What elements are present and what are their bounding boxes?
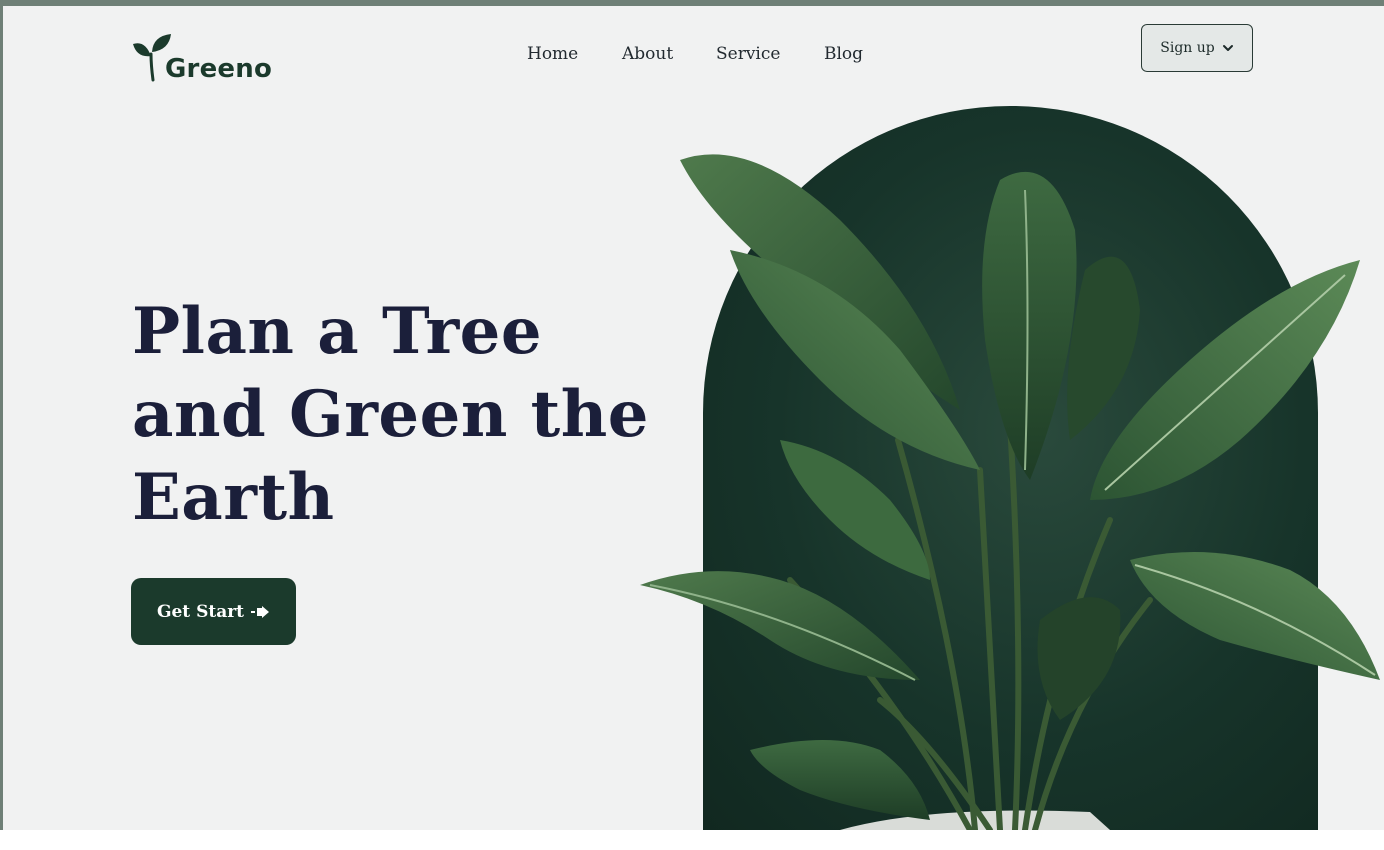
headline-line-2: and Green the <box>132 377 649 452</box>
hero-section: Greeno Home About Service Blog Sign up P… <box>3 6 1384 830</box>
brand-name: Greeno <box>165 54 273 84</box>
nav-item-blog[interactable]: Blog <box>824 44 863 64</box>
brand-logo[interactable]: Greeno <box>131 26 273 84</box>
nav-item-service[interactable]: Service <box>716 44 780 64</box>
nav-item-home[interactable]: Home <box>527 44 578 64</box>
plant-image <box>640 154 1380 830</box>
signup-label: Sign up <box>1160 40 1215 56</box>
get-start-button[interactable]: Get Start <box>131 578 296 645</box>
get-start-label: Get Start <box>156 601 245 622</box>
nav-item-about[interactable]: About <box>622 44 673 64</box>
below-fold-area <box>0 830 1384 850</box>
headline-line-3: Earth <box>132 460 335 535</box>
page: Greeno Home About Service Blog Sign up P… <box>0 0 1384 850</box>
headline-line-1: Plan a Tree <box>132 294 543 369</box>
hero-headline: Plan a Tree and Green the Earth <box>132 290 692 539</box>
arrow-right-icon <box>251 605 270 618</box>
chevron-down-icon <box>1222 45 1233 51</box>
signup-button[interactable]: Sign up <box>1141 24 1253 72</box>
